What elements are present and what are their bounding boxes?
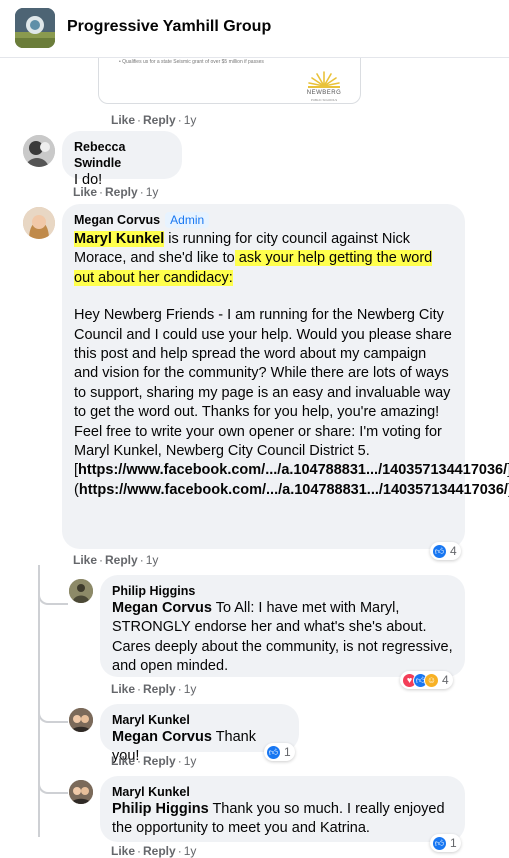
- newberg-logo-name: NEWBERG: [306, 90, 342, 96]
- reply-link[interactable]: Reply: [105, 553, 138, 567]
- reply-bubble: Maryl Kunkel Philip Higgins Thank you so…: [100, 776, 465, 842]
- reply-text: Megan Corvus To All: I have met with Mar…: [112, 600, 453, 675]
- reply-author[interactable]: Maryl Kunkel: [112, 784, 453, 800]
- like-reaction-icon: 👍︎: [266, 744, 281, 760]
- group-avatar[interactable]: [15, 8, 55, 48]
- timestamp[interactable]: 1y: [184, 844, 197, 858]
- comment-link[interactable]: https://www.facebook.com/.../a.104788831…: [78, 462, 507, 478]
- group-header: Progressive Yamhill Group: [0, 0, 509, 58]
- reply-link[interactable]: Reply: [143, 754, 176, 768]
- reply-link[interactable]: Reply: [143, 113, 176, 127]
- avatar[interactable]: [69, 579, 93, 603]
- preview-snippet: • Qualifies us for a state Seismic grant…: [119, 59, 264, 65]
- newberg-schools-logo: NEWBERG PUBLIC SCHOOLS: [304, 68, 344, 102]
- comment-actions: Like · Reply · 1y: [111, 113, 197, 127]
- timestamp[interactable]: 1y: [184, 754, 197, 768]
- timestamp[interactable]: 1y: [184, 113, 197, 127]
- reaction-summary[interactable]: 👍︎ 4: [430, 542, 461, 560]
- reply-link[interactable]: Reply: [143, 844, 176, 858]
- reaction-summary[interactable]: 👍︎ 1: [430, 834, 461, 852]
- group-title[interactable]: Progressive Yamhill Group: [67, 18, 271, 36]
- reaction-summary[interactable]: ♥ 👍︎ ☺ 4: [400, 671, 453, 689]
- comment-actions: Like · Reply · 1y: [73, 185, 159, 199]
- reaction-summary[interactable]: 👍︎ 1: [264, 743, 295, 761]
- reply-author[interactable]: Maryl Kunkel: [112, 712, 287, 728]
- like-reaction-icon: 👍︎: [432, 543, 447, 559]
- reply-actions: Like · Reply · 1y: [111, 682, 197, 696]
- like-link[interactable]: Like: [73, 553, 97, 567]
- reply-link[interactable]: Reply: [143, 682, 176, 696]
- avatar[interactable]: [69, 780, 93, 804]
- thread-branch: [38, 700, 68, 723]
- admin-badge: Admin: [165, 212, 210, 228]
- comment-link[interactable]: https://www.facebook.com/.../a.104788831…: [79, 482, 508, 498]
- reply-link[interactable]: Reply: [105, 185, 138, 199]
- reply-actions: Like · Reply · 1y: [111, 754, 197, 768]
- comment-bubble: Rebecca Swindle I do!: [62, 131, 182, 188]
- like-reaction-icon: 👍︎: [432, 835, 447, 851]
- mention-megan-corvus[interactable]: Megan Corvus: [112, 600, 212, 616]
- timestamp[interactable]: 1y: [146, 185, 159, 199]
- comment-actions: Like · Reply · 1y: [73, 553, 159, 567]
- reply-bubble: Philip Higgins Megan Corvus To All: I ha…: [100, 575, 465, 677]
- reply-text: Philip Higgins Thank you so much. I real…: [112, 801, 445, 837]
- comment-author[interactable]: Megan Corvus: [74, 213, 160, 227]
- timestamp[interactable]: 1y: [184, 682, 197, 696]
- mention-megan-corvus[interactable]: Megan Corvus: [112, 729, 212, 745]
- like-link[interactable]: Like: [111, 844, 135, 858]
- avatar[interactable]: [23, 207, 55, 239]
- like-link[interactable]: Like: [111, 113, 135, 127]
- like-link[interactable]: Like: [73, 185, 97, 199]
- comment-bubble: Megan Corvus Admin Maryl Kunkel is runnin…: [62, 204, 509, 549]
- avatar[interactable]: [23, 135, 55, 167]
- mention-maryl-kunkel[interactable]: Maryl Kunkel: [74, 231, 165, 247]
- avatar[interactable]: [69, 708, 93, 732]
- newberg-logo-sub: PUBLIC SCHOOLS: [310, 98, 338, 102]
- comment-text: Hey Newberg Friends - I am running for t…: [74, 307, 509, 498]
- like-link[interactable]: Like: [111, 682, 135, 696]
- reply-actions: Like · Reply · 1y: [111, 844, 197, 858]
- mention-philip-higgins[interactable]: Philip Higgins: [112, 801, 209, 817]
- thread-branch: [38, 565, 68, 605]
- reply-author[interactable]: Philip Higgins: [112, 583, 453, 599]
- care-reaction-icon: ☺: [424, 672, 439, 688]
- comment-intro: Maryl Kunkel is running for city council…: [74, 231, 433, 286]
- link-preview-card[interactable]: • Qualifies us for a state Seismic grant…: [98, 58, 361, 104]
- like-link[interactable]: Like: [111, 754, 135, 768]
- comment-author[interactable]: Rebecca Swindle: [74, 139, 170, 171]
- timestamp[interactable]: 1y: [146, 553, 159, 567]
- thread-branch: [38, 770, 68, 794]
